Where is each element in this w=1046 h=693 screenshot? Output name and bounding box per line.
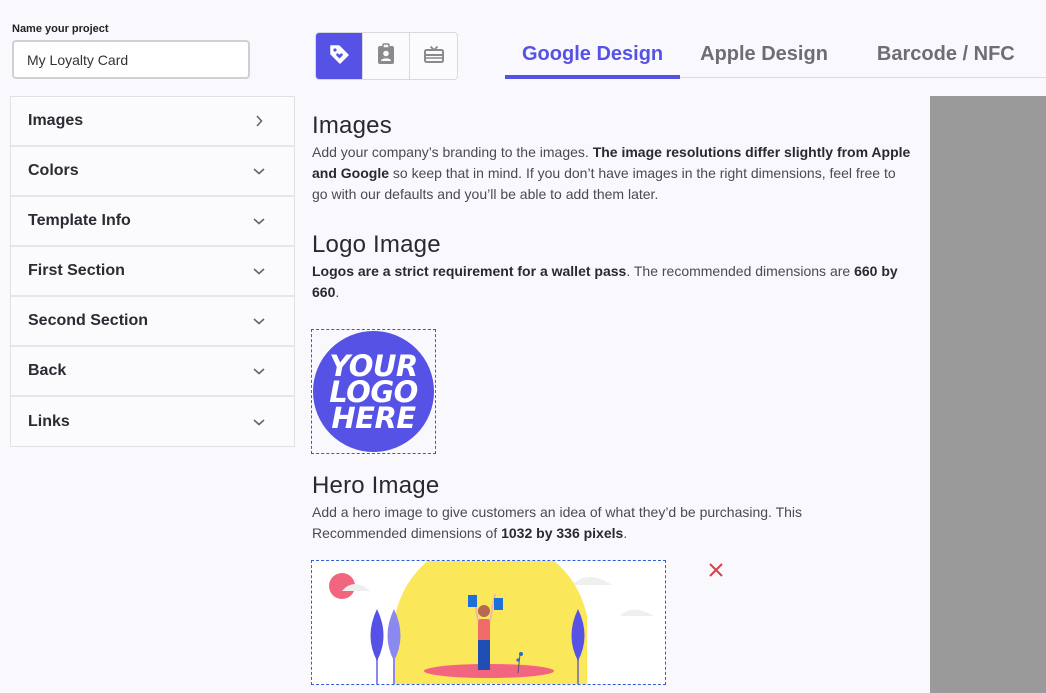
tab-apple-design[interactable]: Apple Design bbox=[683, 32, 845, 78]
chevron-down-icon bbox=[252, 264, 266, 278]
hero-illustration bbox=[329, 561, 654, 684]
logo-placeholder-image: YOUR LOGO HERE bbox=[313, 331, 434, 452]
chevron-down-icon bbox=[252, 314, 266, 328]
tab-google-design[interactable]: Google Design bbox=[505, 32, 681, 79]
chevron-right-icon bbox=[252, 114, 266, 128]
sidebar-item-label: Images bbox=[28, 112, 84, 129]
figure-torso bbox=[478, 619, 490, 641]
description-bold: 1032 by 336 pixels bbox=[501, 525, 624, 541]
remove-hero-image-button[interactable] bbox=[707, 561, 725, 579]
logo-upload-dropzone[interactable]: YOUR LOGO HERE bbox=[311, 329, 436, 454]
project-name-label: Name your project bbox=[12, 23, 109, 35]
settings-sidebar: Images Colors Template Info First Sectio… bbox=[10, 96, 295, 447]
sidebar-item-label: Second Section bbox=[28, 312, 149, 329]
pass-type-id-button[interactable] bbox=[363, 33, 410, 79]
description-text: . bbox=[623, 525, 628, 541]
pass-type-loyalty-button[interactable] bbox=[316, 33, 363, 79]
chevron-down-icon bbox=[252, 364, 266, 378]
design-tabs: Google Design Apple Design Barcode / NFC bbox=[505, 32, 1046, 79]
sidebar-item-second-section[interactable]: Second Section bbox=[11, 297, 294, 347]
description-bold: Logos are a strict requirement for a wal… bbox=[312, 263, 627, 279]
sidebar-item-colors[interactable]: Colors bbox=[11, 147, 294, 197]
description-text: . bbox=[335, 284, 340, 300]
description-text: Add your company’s branding to the image… bbox=[312, 144, 593, 160]
sidebar-item-label: First Section bbox=[28, 262, 125, 279]
sidebar-item-first-section[interactable]: First Section bbox=[11, 247, 294, 297]
sidebar-item-label: Links bbox=[28, 412, 70, 430]
shopping-bag bbox=[468, 595, 477, 607]
pass-preview-panel bbox=[930, 96, 1046, 693]
loyalty-tag-icon bbox=[328, 43, 350, 70]
tree-shape bbox=[370, 609, 384, 661]
images-content: Images Add your company’s branding to th… bbox=[312, 112, 912, 303]
logo-section-title: Logo Image bbox=[312, 231, 441, 258]
sidebar-item-links[interactable]: Links bbox=[11, 397, 294, 446]
sidebar-item-label: Template Info bbox=[28, 212, 131, 229]
logo-placeholder-line: HERE bbox=[331, 400, 416, 435]
sidebar-item-label: Back bbox=[28, 362, 67, 379]
chevron-down-icon bbox=[252, 164, 266, 178]
description-text: . The recommended dimensions are bbox=[626, 263, 855, 279]
hero-section-title: Hero Image bbox=[312, 472, 440, 499]
sidebar-item-images[interactable]: Images bbox=[11, 97, 294, 147]
shopping-bag bbox=[494, 598, 503, 610]
hero-upload-dropzone[interactable] bbox=[311, 560, 666, 685]
hero-content: Hero Image Add a hero image to give cust… bbox=[312, 472, 852, 544]
chevron-down-icon bbox=[252, 415, 266, 429]
images-section-title: Images bbox=[312, 112, 392, 139]
pass-type-selector bbox=[315, 32, 458, 80]
id-badge-icon bbox=[376, 42, 396, 70]
description-text: so keep that in mind. If you don’t have … bbox=[312, 165, 896, 202]
project-name-input[interactable] bbox=[12, 40, 250, 79]
tab-barcode-nfc[interactable]: Barcode / NFC bbox=[860, 32, 1032, 78]
close-icon bbox=[709, 563, 723, 577]
sidebar-item-back[interactable]: Back bbox=[11, 347, 294, 397]
gift-card-icon bbox=[423, 44, 445, 69]
pass-type-gift-button[interactable] bbox=[410, 33, 457, 79]
hero-section-description: Add a hero image to give customers an id… bbox=[312, 502, 852, 544]
sidebar-item-label: Colors bbox=[28, 162, 79, 179]
sidebar-item-template-info[interactable]: Template Info bbox=[11, 197, 294, 247]
chevron-down-icon bbox=[252, 214, 266, 228]
figure-legs bbox=[478, 640, 490, 670]
logo-section-description: Logos are a strict requirement for a wal… bbox=[312, 261, 904, 303]
images-section-description: Add your company’s branding to the image… bbox=[312, 142, 912, 205]
